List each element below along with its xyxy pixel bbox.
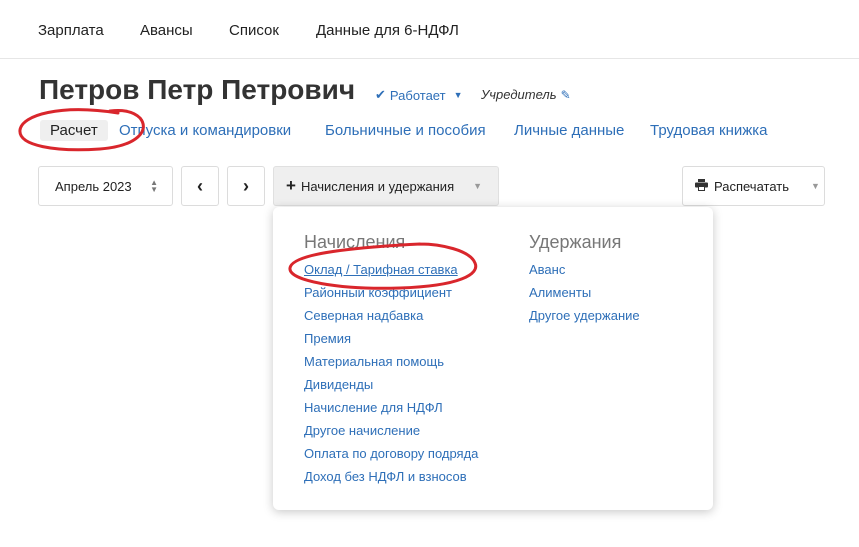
chevron-left-icon: ‹ xyxy=(197,175,203,196)
tab-calculation[interactable]: Расчет xyxy=(40,120,108,141)
next-month-button[interactable]: › xyxy=(227,166,265,206)
menu-item-untaxed-income[interactable]: Доход без НДФЛ и взносов xyxy=(304,465,478,488)
menu-item-northern-allowance[interactable]: Северная надбавка xyxy=(304,304,478,327)
accruals-deductions-label: Начисления и удержания xyxy=(300,178,455,194)
print-button[interactable]: Распечатать ▼ xyxy=(682,166,825,206)
employee-status-dropdown[interactable]: ✔ Работает ▼ xyxy=(375,87,462,103)
accruals-title: Начисления xyxy=(304,232,406,252)
menu-item-salary-rate[interactable]: Оклад / Тарифная ставка xyxy=(304,258,478,281)
deductions-column: Удержания Аванс Алименты Другое удержани… xyxy=(529,232,640,327)
nav-advances[interactable]: Авансы xyxy=(140,22,193,39)
caret-down-icon: ▼ xyxy=(811,181,820,191)
pencil-icon[interactable]: ✎ xyxy=(561,88,571,102)
month-value: Апрель 2023 xyxy=(55,178,132,194)
caret-down-icon: ▼ xyxy=(473,181,483,191)
month-select[interactable]: Апрель 2023 ▲ ▼ xyxy=(38,166,173,206)
employee-name: Петров Петр Петрович xyxy=(39,74,356,105)
tab-sick-leave-benefits[interactable]: Больничные и пособия xyxy=(325,122,486,139)
chevron-right-icon: › xyxy=(243,175,249,196)
check-icon: ✔ xyxy=(375,87,386,102)
prev-month-button[interactable]: ‹ xyxy=(181,166,219,206)
top-navigation: Зарплата Авансы Список Данные для 6-НДФЛ xyxy=(0,0,859,59)
nav-salary[interactable]: Зарплата xyxy=(38,22,104,39)
role-label: Учредитель xyxy=(481,87,557,102)
menu-item-dividends[interactable]: Дивиденды xyxy=(304,373,478,396)
menu-item-ndfl-accrual[interactable]: Начисление для НДФЛ xyxy=(304,396,478,419)
accruals-deductions-button[interactable]: + Начисления и удержания ▼ xyxy=(273,166,499,206)
accruals-column: Начисления Оклад / Тарифная ставка Район… xyxy=(304,232,478,488)
menu-item-financial-aid[interactable]: Материальная помощь xyxy=(304,350,478,373)
tab-personal-data[interactable]: Личные данные xyxy=(514,122,624,139)
menu-item-alimony[interactable]: Алименты xyxy=(529,281,640,304)
printer-icon xyxy=(695,178,708,194)
employee-role: Учредитель ✎ xyxy=(481,87,571,102)
menu-item-other-deduction[interactable]: Другое удержание xyxy=(529,304,640,327)
nav-6ndfl-data[interactable]: Данные для 6-НДФЛ xyxy=(316,22,459,39)
deductions-title: Удержания xyxy=(529,232,622,252)
plus-icon: + xyxy=(286,176,296,195)
print-label: Распечатать xyxy=(714,178,790,194)
up-down-arrows-icon: ▲ ▼ xyxy=(150,178,158,194)
status-label: Работает xyxy=(389,87,446,103)
tab-work-book[interactable]: Трудовая книжка xyxy=(650,122,768,139)
caret-down-icon: ▼ xyxy=(453,90,463,100)
menu-item-bonus[interactable]: Премия xyxy=(304,327,478,350)
menu-item-contract-payment[interactable]: Оплата по договору подряда xyxy=(304,442,478,465)
tab-vacations-trips[interactable]: Отпуска и командировки xyxy=(119,122,291,139)
nav-list[interactable]: Список xyxy=(229,22,279,39)
menu-item-regional-coefficient[interactable]: Районный коэффициент xyxy=(304,281,478,304)
menu-item-other-accrual[interactable]: Другое начисление xyxy=(304,419,478,442)
menu-item-advance[interactable]: Аванс xyxy=(529,258,640,281)
accruals-deductions-menu: Начисления Оклад / Тарифная ставка Район… xyxy=(273,207,713,510)
